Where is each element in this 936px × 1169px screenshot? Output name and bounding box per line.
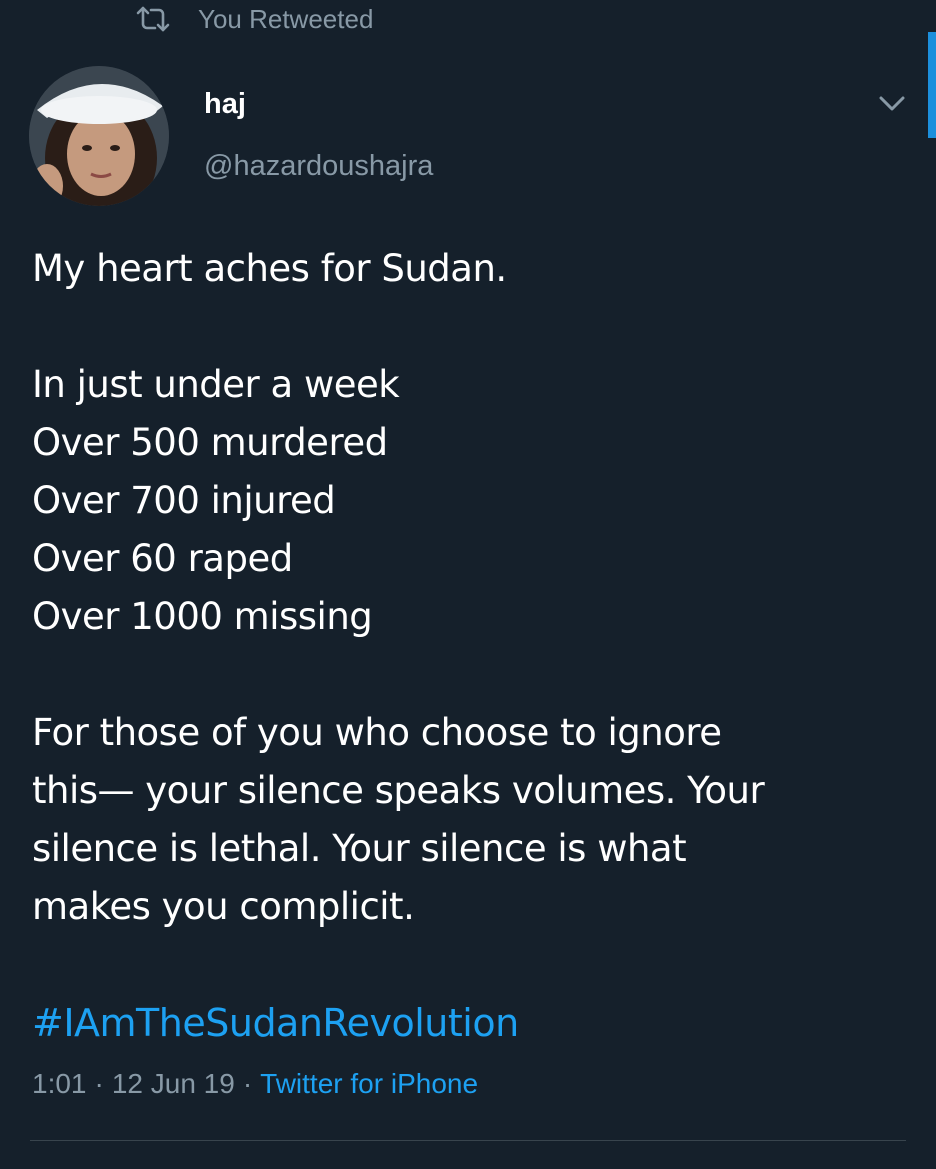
hashtag-link[interactable]: #IAmTheSudanRevolution <box>32 994 519 1052</box>
tweet-line: silence is lethal. Your silence is what <box>32 827 687 870</box>
meta-separator: · <box>242 1068 253 1099</box>
tweet-line: this— your silence speaks volumes. Your <box>32 769 765 812</box>
scroll-indicator <box>928 32 936 138</box>
tweet-meta: 1:01 · 12 Jun 19 · Twitter for iPhone <box>32 1068 478 1100</box>
avatar[interactable] <box>29 66 169 206</box>
tweet-text: My heart aches for Sudan. In just under … <box>32 240 912 936</box>
tweet-line: Over 700 injured <box>32 479 336 522</box>
divider <box>30 1140 906 1141</box>
meta-separator: · <box>94 1068 104 1099</box>
chevron-down-icon[interactable] <box>876 88 908 120</box>
tweet-line: Over 60 raped <box>32 537 293 580</box>
retweet-label: You Retweeted <box>198 3 374 34</box>
tweet-line: My heart aches for Sudan. <box>32 247 507 290</box>
tweet-time: 1:01 <box>32 1068 87 1099</box>
user-handle[interactable]: @hazardoushajra <box>204 150 433 183</box>
profile-photo <box>29 66 169 206</box>
tweet-line: Over 1000 missing <box>32 595 373 638</box>
retweet-banner: You Retweeted <box>136 2 373 36</box>
tweet-date[interactable]: 12 Jun 19 <box>112 1068 235 1100</box>
display-name[interactable]: haj <box>204 88 246 121</box>
tweet-source-link[interactable]: Twitter for iPhone <box>260 1068 478 1100</box>
tweet-line: makes you complicit. <box>32 885 415 928</box>
tweet-line: For those of you who choose to ignore <box>32 711 722 754</box>
retweet-icon <box>136 6 170 32</box>
tweet-line: Over 500 murdered <box>32 421 388 464</box>
tweet-line: In just under a week <box>32 363 400 406</box>
